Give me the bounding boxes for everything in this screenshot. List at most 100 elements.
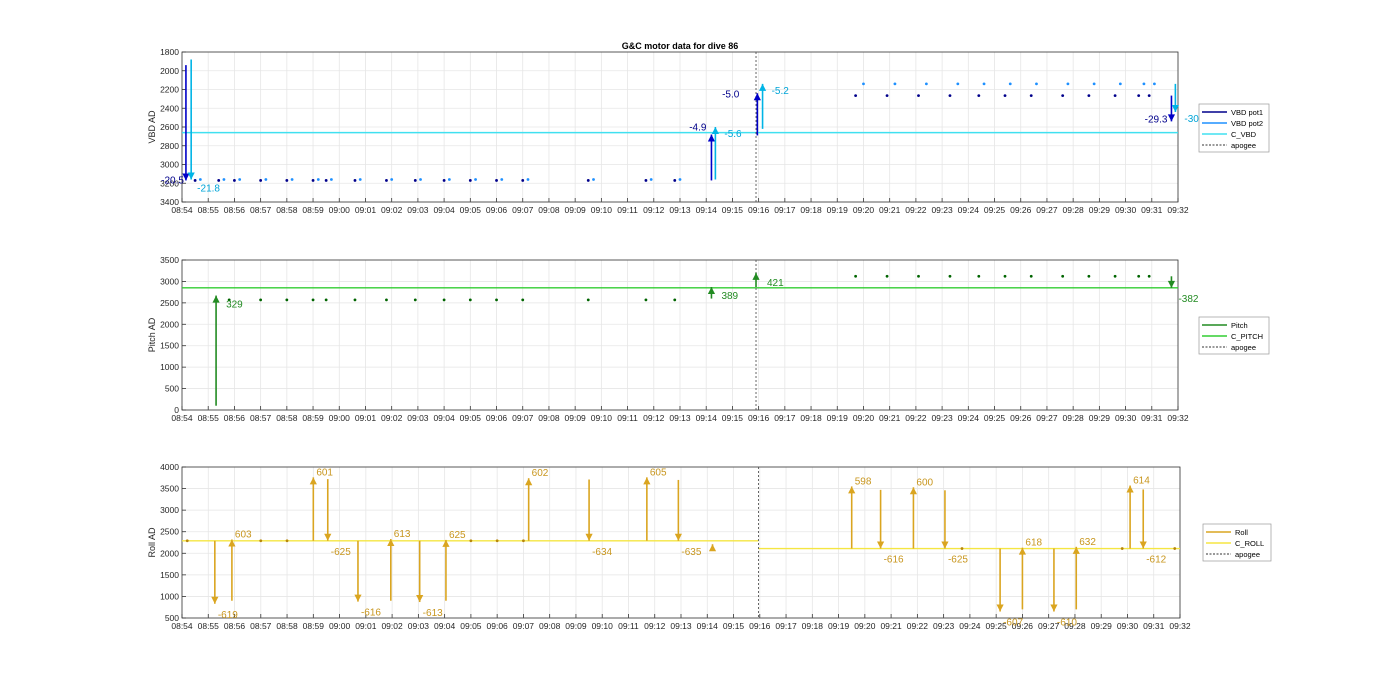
vbd-pot1-point [413,179,417,182]
roll-arrow-label: 603 [235,529,252,540]
roll-ytick-label: 4000 [160,462,179,472]
vbd-pot2-point [330,178,333,181]
roll-point [495,539,499,543]
pitch-xtick-label: 09:26 [1010,413,1032,423]
vbd-arrow-label: -21.8 [197,184,220,195]
pitch-point [495,298,498,302]
roll-arrow-label: -616 [361,608,381,619]
pitch-xtick-label: 08:55 [198,413,220,423]
vbd-pot1-point [1029,94,1033,97]
vbd-arrow-label: -5.6 [724,129,742,140]
pitch-xtick-label: 09:05 [460,413,482,423]
pitch-arrow-label: 421 [767,278,784,289]
pitch-ytick-label: 1000 [160,362,179,372]
vbd-ytick-label: 2000 [160,66,179,76]
vbd-xtick-label: 09:14 [696,205,718,215]
pitch-xtick-label: 09:32 [1167,413,1189,423]
vbd-arrow-label: -20.5 [161,175,184,186]
pitch-point [1113,274,1117,278]
vbd-pot1-point [885,94,889,97]
roll-xtick-label: 09:32 [1169,621,1191,631]
vbd-pot2-point [862,82,865,86]
roll-arrow-label: 614 [1133,476,1150,487]
vbd-xtick-label: 09:22 [905,205,927,215]
vbd-pot2-point [390,178,394,181]
pitch-xtick-label: 09:15 [722,413,744,423]
vbd-xtick-label: 09:19 [827,205,849,215]
roll-arrow-label: -610 [1057,618,1077,629]
roll-xtick-label: 09:06 [487,621,509,631]
vbd-xtick-label: 08:56 [224,205,246,215]
pitch-point [948,274,952,278]
vbd-xtick-label: 08:55 [198,205,220,215]
vbd-xtick-label: 09:23 [931,205,953,215]
vbd-xtick-label: 09:13 [669,205,691,215]
pitch-xtick-label: 08:56 [224,413,246,423]
vbd-ytick-label: 3000 [160,160,179,170]
vbd-pot2-point [500,178,504,181]
roll-xtick-label: 09:30 [1117,621,1139,631]
roll-legend-label: Roll [1235,528,1248,537]
vbd-xtick-label: 08:58 [276,205,298,215]
vbd-xtick-label: 09:21 [879,205,901,215]
pitch-point [442,298,446,302]
vbd-pot1-point [948,94,952,97]
vbd-pot1-point [353,179,357,182]
pitch-point [917,274,920,278]
vbd-pot1-point [311,179,315,182]
roll-point [259,539,263,543]
roll-arrow-label: 618 [1025,538,1042,549]
vbd-pot2-point [982,82,986,86]
roll-xtick-label: 09:13 [670,621,692,631]
vbd-pot2-point [290,178,294,181]
vbd-xtick-label: 09:27 [1036,205,1058,215]
roll-arrow-label: -612 [1146,555,1166,566]
vbd-xtick-label: 09:11 [617,205,638,215]
vbd-pot1-point [1003,94,1007,97]
roll-xtick-label: 09:24 [959,621,981,631]
roll-xtick-label: 09:22 [907,621,929,631]
vbd-pot1-point [217,179,221,182]
pitch-xtick-label: 09:24 [958,413,980,423]
vbd-ytick-label: 2800 [160,141,179,151]
vbd-pot1-point [1113,94,1117,97]
pitch-point [854,274,858,278]
roll-arrow-label: 600 [916,477,933,488]
pitch-ytick-label: 500 [165,384,179,394]
pitch-xtick-label: 09:07 [512,413,534,423]
roll-arrow-label: -613 [423,608,443,619]
pitch-point [1137,274,1141,278]
vbd-xtick-label: 09:30 [1115,205,1137,215]
roll-legend-label: apogee [1235,550,1260,559]
pitch-ytick-label: 2500 [160,298,179,308]
pitch-point [259,298,263,302]
pitch-arrow-label: -382 [1178,294,1198,305]
roll-ytick-label: 3000 [160,505,179,515]
roll-arrow-label: 632 [1079,537,1096,548]
roll-panel: 08:54 08:55 08:56 08:57 08:58 08:59 09:00 09:01… [147,462,1272,631]
vbd-pot1-point [233,179,236,182]
vbd-pot2-point [264,178,268,181]
roll-xtick-label: 09:07 [513,621,535,631]
pitch-point [644,298,648,302]
roll-xtick-label: 09:20 [854,621,876,631]
vbd-xtick-label: 09:09 [565,205,587,215]
roll-xtick-label: 08:56 [224,621,246,631]
pitch-xtick-label: 09:31 [1141,413,1163,423]
vbd-xtick-label: 09:07 [512,205,534,215]
vbd-pot2-point [1118,82,1122,86]
pitch-point [1087,274,1091,278]
pitch-xtick-label: 09:20 [853,413,875,423]
pitch-point [1147,274,1151,278]
motor-data-figure: G&C motor data for dive 86 08:54 08:55 08:… [147,41,1272,631]
pitch-xtick-label: 09:12 [643,413,665,423]
roll-xtick-label: 09:19 [828,621,850,631]
roll-legend-label: C_ROLL [1235,539,1264,548]
pitch-xtick-label: 09:23 [931,413,953,423]
roll-xtick-label: 09:16 [749,621,771,631]
pitch-xtick-label: 09:18 [800,413,822,423]
vbd-pot1-point [521,179,525,182]
pitch-point [285,298,289,302]
vbd-pot2-point [447,178,451,181]
vbd-xtick-label: 09:05 [460,205,482,215]
